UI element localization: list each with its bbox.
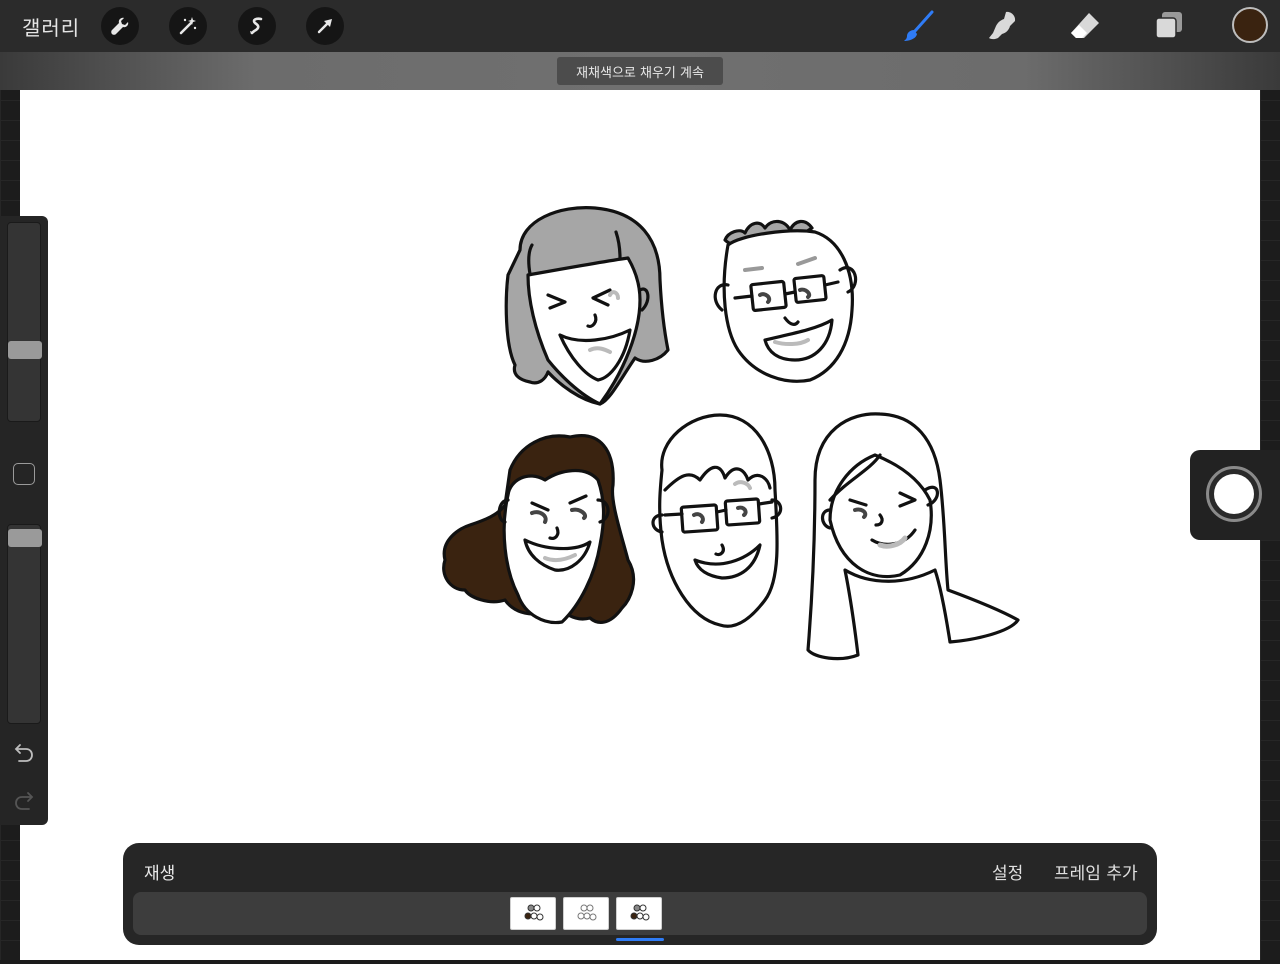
recolor-toast: 재채색으로 채우기 계속 xyxy=(557,57,723,85)
selection-icon xyxy=(250,17,263,35)
color-picker-button[interactable] xyxy=(1232,7,1268,43)
brush-icon xyxy=(904,10,934,41)
face-gray-haired-woman xyxy=(504,206,670,406)
frame-thumbnail-3[interactable] xyxy=(616,897,662,930)
animation-assist-panel: 재생 설정 프레임 추가 xyxy=(123,843,1157,945)
undo-icon xyxy=(14,744,33,762)
adjustments-button[interactable] xyxy=(169,7,207,45)
smudge-tool-button[interactable] xyxy=(982,6,1022,46)
opacity-slider[interactable] xyxy=(7,524,42,724)
brush-size-thumb[interactable] xyxy=(8,341,42,359)
record-button-inner xyxy=(1214,474,1254,514)
opacity-thumb[interactable] xyxy=(8,529,42,547)
eraser-tool-button[interactable] xyxy=(1065,6,1105,46)
quick-menu-panel xyxy=(1190,450,1280,540)
eraser-icon xyxy=(1071,13,1099,38)
face-brown-haired-woman xyxy=(442,434,636,625)
frame-thumbnail-1[interactable] xyxy=(510,897,556,930)
actions-button[interactable] xyxy=(101,7,139,45)
smudge-icon xyxy=(989,11,1016,40)
frame-timeline xyxy=(133,892,1147,935)
frame-3-preview xyxy=(630,904,650,921)
brush-tool-button[interactable] xyxy=(899,6,939,46)
frame-thumbnail-2[interactable] xyxy=(563,897,609,930)
undo-button[interactable] xyxy=(10,740,38,768)
play-button[interactable]: 재생 xyxy=(144,859,175,884)
layers-button[interactable] xyxy=(1148,6,1188,46)
wrench-icon xyxy=(111,17,129,35)
record-button[interactable] xyxy=(1206,466,1262,522)
redo-button[interactable] xyxy=(10,788,38,816)
drawing-canvas[interactable] xyxy=(20,90,1260,960)
move-arrow-icon xyxy=(317,19,332,34)
selection-button[interactable] xyxy=(238,7,276,45)
gallery-button[interactable]: 갤러리 xyxy=(22,12,80,41)
face-long-haired-woman xyxy=(806,412,1020,661)
face-boy-glasses xyxy=(713,219,858,383)
selected-frame-indicator xyxy=(616,938,664,941)
frame-2-preview xyxy=(577,904,597,921)
transform-button[interactable] xyxy=(306,7,344,45)
add-frame-button[interactable]: 프레임 추가 xyxy=(1054,859,1138,884)
drawing-artwork xyxy=(442,206,1020,661)
modify-button[interactable] xyxy=(13,463,35,485)
layers-icon xyxy=(1155,12,1182,39)
top-toolbar: 갤러리 xyxy=(0,0,1280,52)
magic-wand-icon xyxy=(179,17,197,35)
frame-1-preview xyxy=(524,904,544,921)
left-sidebar xyxy=(0,216,48,825)
settings-button[interactable]: 설정 xyxy=(992,859,1023,884)
redo-icon xyxy=(15,792,34,810)
brush-size-slider[interactable] xyxy=(7,222,42,422)
face-man-glasses xyxy=(651,413,783,628)
